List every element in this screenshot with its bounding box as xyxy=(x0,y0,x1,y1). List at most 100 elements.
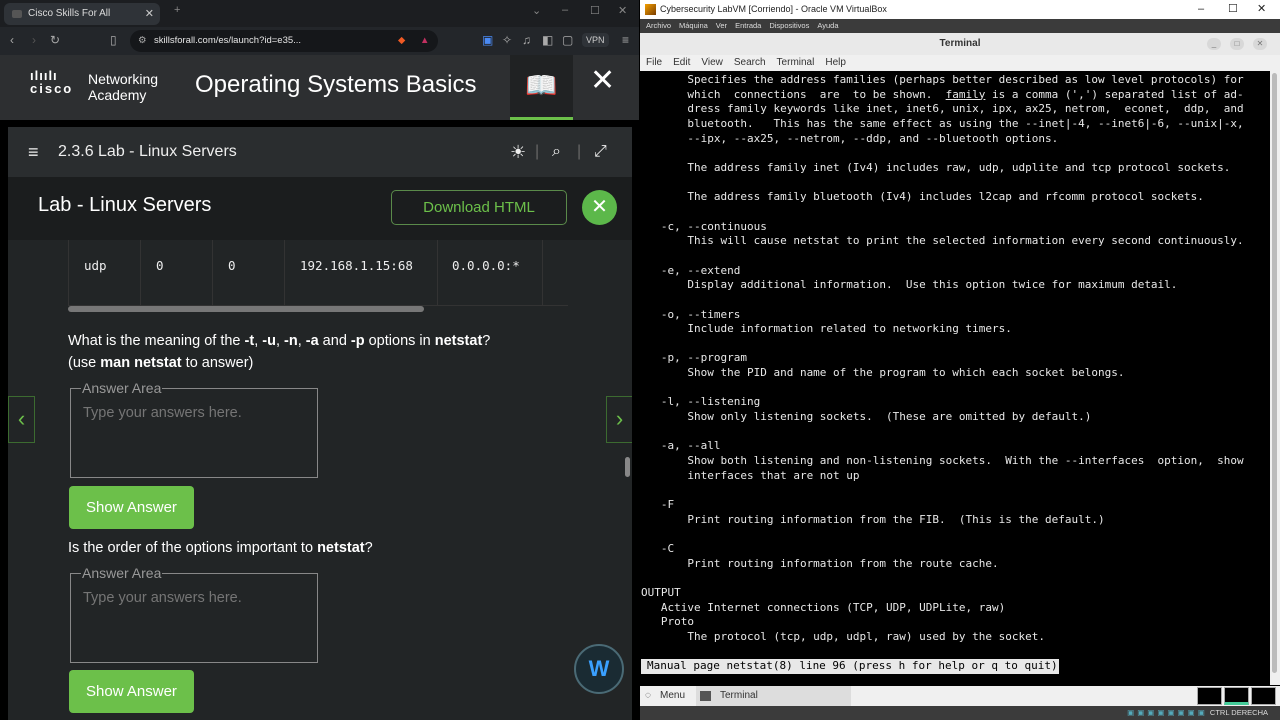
wallet-icon[interactable]: ▢ xyxy=(562,33,573,47)
menu-help[interactable]: Help xyxy=(825,57,846,68)
menu-search[interactable]: Search xyxy=(734,57,766,68)
tab-title: Cisco Skills For All xyxy=(28,8,111,19)
workspace-1[interactable] xyxy=(1197,687,1222,705)
menu-ayuda[interactable]: Ayuda xyxy=(817,21,838,30)
close-window-icon[interactable]: ✕ xyxy=(618,4,627,17)
menu-entrada[interactable]: Entrada xyxy=(735,21,761,30)
logo-line1: Networking xyxy=(88,71,159,87)
expand-icon[interactable]: ⤢ xyxy=(594,127,607,177)
download-html-button[interactable]: Download HTML xyxy=(391,190,567,225)
terminal-scrollbar[interactable] xyxy=(1270,71,1280,685)
terminal-title: Terminal xyxy=(939,38,981,49)
media-icon[interactable]: ♫ xyxy=(522,33,531,47)
maximize-icon[interactable]: ☐ xyxy=(590,4,600,17)
close-icon[interactable]: ✕ xyxy=(1257,0,1266,19)
workspace-3[interactable] xyxy=(1251,687,1276,705)
previous-page-button[interactable]: ‹ xyxy=(8,396,35,443)
terminal-output[interactable]: Specifies the address families (perhaps … xyxy=(640,71,1270,685)
brave-rewards-icon[interactable]: ▲ xyxy=(420,30,429,52)
terminal-line: -a, --all xyxy=(641,439,721,453)
terminal-menu-bar: File Edit View Search Terminal Help xyxy=(640,55,1280,71)
workspace-2[interactable] xyxy=(1224,687,1249,705)
guest-taskbar: ◌ Menu Terminal xyxy=(640,686,1280,706)
menu-file[interactable]: File xyxy=(646,57,662,68)
next-page-button[interactable]: › xyxy=(606,396,632,443)
course-header: ılıılı cisco Networking Academy Operating… xyxy=(0,55,639,120)
menu-archivo[interactable]: Archivo xyxy=(646,21,671,30)
book-icon[interactable]: 📖 xyxy=(510,55,573,120)
brave-shield-icon[interactable]: ◆ xyxy=(398,30,410,52)
close-tab-icon[interactable]: ✕ xyxy=(145,3,154,25)
back-icon[interactable]: ‹ xyxy=(10,33,14,47)
terminal-line: -p, --program xyxy=(641,351,747,365)
answer-area-legend: Answer Area xyxy=(81,565,163,581)
terminal-icon xyxy=(700,691,711,701)
menu-icon[interactable]: ◌ xyxy=(645,686,651,706)
table-cell: 0.0.0.0:* xyxy=(438,240,543,306)
terminal-line: -l, --listening xyxy=(641,395,761,409)
terminal-line: Show both listening and non-listening so… xyxy=(641,454,1244,468)
menu-maquina[interactable]: Máquina xyxy=(679,21,708,30)
answer-input-1[interactable] xyxy=(83,405,303,465)
taskbar-terminal-button[interactable]: Terminal xyxy=(696,686,851,706)
terminal-line: Active Internet connections (TCP, UDP, U… xyxy=(641,600,1006,614)
url-text: skillsforall.com/es/launch?id=e35... xyxy=(154,35,302,46)
terminal-maximize-icon[interactable]: □ xyxy=(1230,38,1244,50)
answer-area-2: Answer Area xyxy=(70,565,318,663)
close-lab-button[interactable]: ✕ xyxy=(582,190,617,225)
terminal-line: The address family bluetooth (Iv4) inclu… xyxy=(641,190,1204,204)
bookmark-icon[interactable]: ▯ xyxy=(110,33,117,47)
virtualbox-window: Cybersecurity LabVM [Corriendo] - Oracle… xyxy=(640,0,1280,720)
menu-ver[interactable]: Ver xyxy=(716,21,727,30)
menu-dispositivos[interactable]: Dispositivos xyxy=(769,21,809,30)
translate-ext-icon[interactable]: ▣ xyxy=(482,33,493,47)
terminal-minimize-icon[interactable]: _ xyxy=(1207,38,1221,50)
hamburger-icon[interactable]: ≡ xyxy=(28,127,39,177)
reload-icon[interactable]: ↻ xyxy=(50,33,60,47)
browser-tab[interactable]: Cisco Skills For All ✕ xyxy=(4,3,160,25)
menu-edit[interactable]: Edit xyxy=(673,57,690,68)
menu-view[interactable]: View xyxy=(701,57,723,68)
terminal-title-bar: Terminal _ □ ✕ xyxy=(640,33,1280,55)
terminal-line: OUTPUT xyxy=(641,585,681,599)
show-answer-button[interactable]: Show Answer xyxy=(69,670,194,713)
device-status-icons[interactable]: ▣▣▣▣▣▣▣▣ xyxy=(1127,708,1208,717)
answer-input-2[interactable] xyxy=(83,590,303,650)
terminal-line: Include information related to networkin… xyxy=(641,322,1012,336)
close-course-icon[interactable]: ✕ xyxy=(590,63,615,98)
new-tab-icon[interactable]: + xyxy=(174,4,180,16)
question-2: Is the order of the options important to… xyxy=(68,540,373,556)
man-page-text: Specifies the address families (perhaps … xyxy=(641,73,1244,674)
panel-header: ≡ 2.3.6 Lab - Linux Servers ☀ | ⌕ | ⤢ xyxy=(8,127,632,177)
menu-icon[interactable]: ≡ xyxy=(622,33,629,47)
vertical-scrollbar[interactable] xyxy=(625,457,630,477)
terminal-line: The protocol (tcp, udp, udpl, raw) used … xyxy=(641,629,1045,643)
show-answer-button[interactable]: Show Answer xyxy=(69,486,194,529)
site-settings-icon[interactable]: ⚙ xyxy=(138,30,147,52)
horizontal-scrollbar[interactable] xyxy=(68,306,424,312)
terminal-text: family xyxy=(945,87,986,101)
theme-toggle-icon[interactable]: ☀ xyxy=(510,127,526,177)
vpn-button[interactable]: VPN xyxy=(582,33,609,47)
extensions-icon[interactable]: ✧ xyxy=(502,33,512,47)
taskbar-menu[interactable]: Menu xyxy=(660,686,685,706)
tab-list-icon[interactable]: ⌄ xyxy=(532,4,541,17)
terminal-line: This will cause netstat to print the sel… xyxy=(641,234,1244,248)
minimize-icon[interactable]: – xyxy=(562,4,568,16)
terminal-line: Print routing information from the FIB. … xyxy=(641,512,1105,526)
forward-icon[interactable]: › xyxy=(32,33,36,47)
maximize-icon[interactable]: ☐ xyxy=(1228,0,1238,19)
url-input[interactable]: ⚙ skillsforall.com/es/launch?id=e35... ◆… xyxy=(130,30,438,52)
sidebar-icon[interactable]: ◧ xyxy=(542,33,553,47)
vm-title-bar: Cybersecurity LabVM [Corriendo] - Oracle… xyxy=(640,0,1280,19)
webex-assistant-icon[interactable]: W xyxy=(574,644,624,694)
search-icon[interactable]: ⌕ xyxy=(552,127,561,177)
minimize-icon[interactable]: – xyxy=(1198,0,1204,19)
terminal-line: -e, --extend xyxy=(641,263,741,277)
terminal-close-icon[interactable]: ✕ xyxy=(1253,38,1267,50)
menu-terminal[interactable]: Terminal xyxy=(777,57,815,68)
